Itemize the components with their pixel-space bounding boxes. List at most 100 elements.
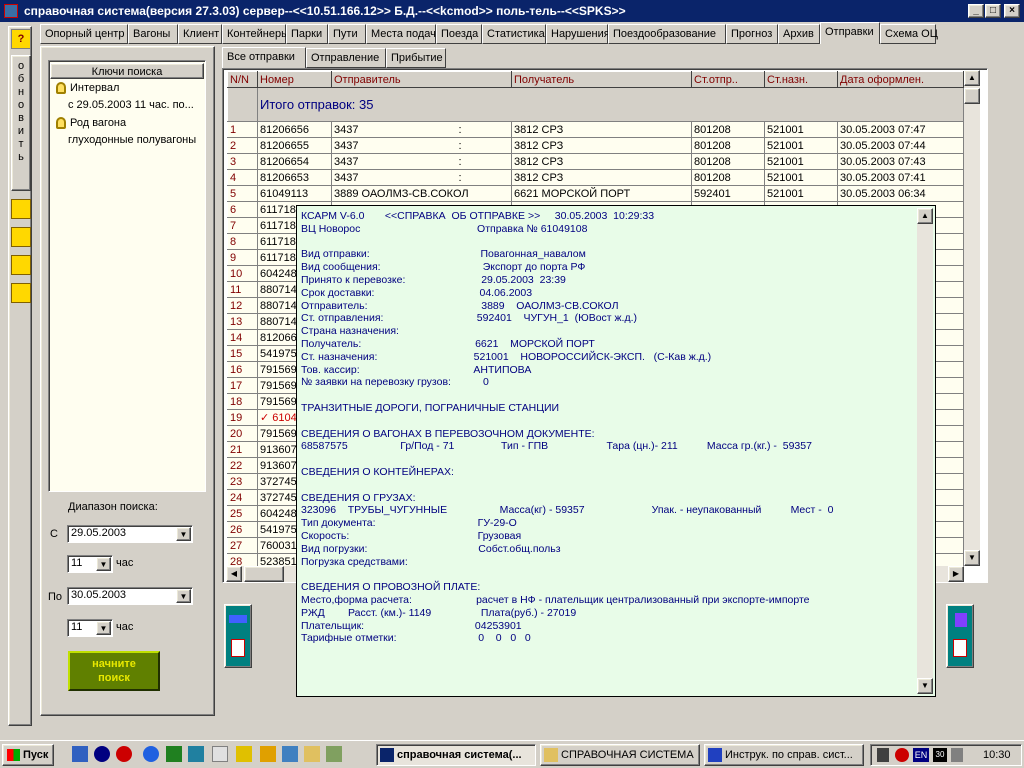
scroll-up-icon[interactable]: ▲: [964, 70, 980, 86]
shipment-report-text: КСАРМ V-6.0 <<СПРАВКА ОБ ОТПРАВКЕ >> 30.…: [301, 210, 834, 645]
refresh-button[interactable]: о б н о в и т ь: [11, 55, 31, 191]
chevron-down-icon[interactable]: ▼: [96, 557, 111, 571]
table-row[interactable]: 5 61049113 3889 ОАОЛМЗ-СВ.СОКОЛ 6621 МОРСКО…: [227, 185, 964, 202]
calculator-icon[interactable]: [188, 746, 204, 762]
wagons-icon[interactable]: [11, 255, 31, 275]
tab-2[interactable]: Клиент: [178, 24, 222, 44]
table-cell: 9: [227, 249, 258, 266]
opera-icon[interactable]: [116, 746, 132, 762]
from-hour-select[interactable]: 11 ▼: [67, 555, 113, 573]
table-cell: 26: [227, 521, 258, 538]
popup-scrollbar[interactable]: ▲ ▼: [917, 208, 933, 694]
calendar-icon[interactable]: 30: [933, 748, 947, 762]
image-icon[interactable]: [326, 746, 342, 762]
scroll-down-icon[interactable]: ▼: [917, 678, 933, 694]
speaker-icon[interactable]: [877, 748, 889, 762]
scroll-down-icon[interactable]: ▼: [964, 550, 980, 566]
table-row[interactable]: 3 81206654 3437:3812 СРЗ 801208 521001 30.05.…: [227, 153, 964, 170]
table-row[interactable]: 4 81206653 3437:3812 СРЗ 801208 521001 30.05.…: [227, 169, 964, 186]
subtab-2[interactable]: Прибытие: [386, 48, 446, 68]
start-button[interactable]: Пуск: [2, 744, 54, 766]
start-search-button[interactable]: начните поиск: [68, 651, 160, 691]
tab-6[interactable]: Места подачи: [366, 24, 442, 44]
minimize-button[interactable]: _: [968, 4, 984, 18]
column-header[interactable]: Номер: [257, 71, 332, 88]
ie-icon[interactable]: [143, 746, 159, 762]
table-row[interactable]: 1 81206656 3437:3812 СРЗ 801208 521001 30.05.…: [227, 121, 964, 138]
paint-icon[interactable]: [236, 746, 252, 762]
folder-icon: [544, 748, 558, 762]
tab-0[interactable]: Опорный центр: [40, 24, 128, 44]
task-spravochnaya[interactable]: справочная система(...: [376, 744, 536, 766]
chevron-down-icon[interactable]: ▼: [96, 621, 111, 635]
tab-8[interactable]: Статистика: [482, 24, 546, 44]
tab-3[interactable]: Контейнеры: [222, 24, 289, 44]
sender-mark: :: [458, 139, 462, 152]
table-cell: 3437:: [331, 121, 512, 138]
column-header[interactable]: N/N: [227, 71, 258, 88]
maximize-button[interactable]: □: [985, 4, 1001, 18]
print-report-right-button[interactable]: [946, 604, 974, 668]
table-row[interactable]: 2 81206655 3437:3812 СРЗ 801208 521001 30.05.…: [227, 137, 964, 154]
language-indicator[interactable]: EN: [913, 748, 929, 762]
tab-12[interactable]: Архив: [778, 24, 820, 44]
tab-13[interactable]: Отправки: [820, 22, 880, 44]
msn-icon[interactable]: [94, 746, 110, 762]
grid-vertical-scrollbar[interactable]: ▲ ▼: [964, 70, 980, 566]
pencil-icon[interactable]: [260, 746, 276, 762]
tab-9[interactable]: Нарушения: [546, 24, 610, 44]
windows-logo-icon: [7, 749, 20, 761]
tab-14[interactable]: Схема ОЦ: [880, 24, 938, 44]
task-folder[interactable]: СПРАВОЧНАЯ СИСТЕМА: [540, 744, 700, 766]
tab-7[interactable]: Поезда: [436, 24, 482, 44]
desktop-icon[interactable]: [72, 746, 88, 762]
column-header[interactable]: Получатель: [511, 71, 692, 88]
to-date-select[interactable]: 30.05.2003 ▼: [67, 587, 193, 605]
print-report-left-button[interactable]: [224, 604, 252, 668]
subtab-1[interactable]: Отправление: [306, 48, 386, 68]
scroll-thumb[interactable]: [964, 88, 980, 104]
from-date-select[interactable]: 29.05.2003 ▼: [67, 525, 193, 543]
antivirus-icon[interactable]: [895, 748, 909, 762]
tab-4[interactable]: Парки: [286, 24, 328, 44]
table-cell: 3889 ОАОЛМЗ-СВ.СОКОЛ: [331, 185, 512, 202]
column-header[interactable]: Ст.отпр..: [691, 71, 765, 88]
to-hour-select[interactable]: 11 ▼: [67, 619, 113, 637]
search-keys-header: Ключи поиска: [50, 63, 204, 79]
folder-icon[interactable]: [304, 746, 320, 762]
wrench-icon[interactable]: [11, 227, 31, 247]
key-icon[interactable]: [11, 283, 31, 303]
column-header[interactable]: Дата оформлен.: [837, 71, 964, 88]
column-header[interactable]: Отправитель: [331, 71, 512, 88]
table-cell: 22: [227, 457, 258, 474]
table-cell: 15: [227, 345, 258, 362]
key-item-wagon-type[interactable]: Род вагона: [56, 117, 126, 130]
tab-5[interactable]: Пути: [328, 24, 366, 44]
scroll-thumb[interactable]: [244, 566, 284, 582]
excel-icon[interactable]: [166, 746, 182, 762]
explorer-icon[interactable]: [282, 746, 298, 762]
table-header-row: N/N Номер Отправитель Получатель Ст.отпр.. Ст…: [227, 71, 964, 88]
task-word[interactable]: Инструк. по справ. сист...: [704, 744, 864, 766]
table-cell: 3437:: [331, 169, 512, 186]
scroll-left-icon[interactable]: ◀: [226, 566, 242, 582]
table-cell: 30.05.2003 06:34: [837, 185, 964, 202]
network-icon[interactable]: [951, 748, 963, 762]
tab-1[interactable]: Вагоны: [128, 24, 178, 44]
tab-11[interactable]: Прогноз: [726, 24, 778, 44]
sender-code: 3889 ОАОЛМЗ-СВ.СОКОЛ: [334, 187, 469, 200]
key-item-interval[interactable]: Интервал: [56, 82, 119, 95]
tab-10[interactable]: Поездообразование: [608, 24, 726, 44]
scroll-right-icon[interactable]: ▶: [948, 566, 964, 582]
close-button[interactable]: ×: [1004, 4, 1020, 18]
table-cell: 12: [227, 297, 258, 314]
notepad-icon[interactable]: [212, 746, 228, 762]
subtab-0[interactable]: Все отправки: [222, 47, 306, 68]
scroll-up-icon[interactable]: ▲: [917, 208, 933, 224]
chevron-down-icon[interactable]: ▼: [176, 527, 191, 541]
help-button[interactable]: ?: [11, 29, 31, 49]
table-cell: 14: [227, 329, 258, 346]
chevron-down-icon[interactable]: ▼: [176, 589, 191, 603]
column-header[interactable]: Ст.назн.: [764, 71, 838, 88]
pencil-icon[interactable]: [11, 199, 31, 219]
